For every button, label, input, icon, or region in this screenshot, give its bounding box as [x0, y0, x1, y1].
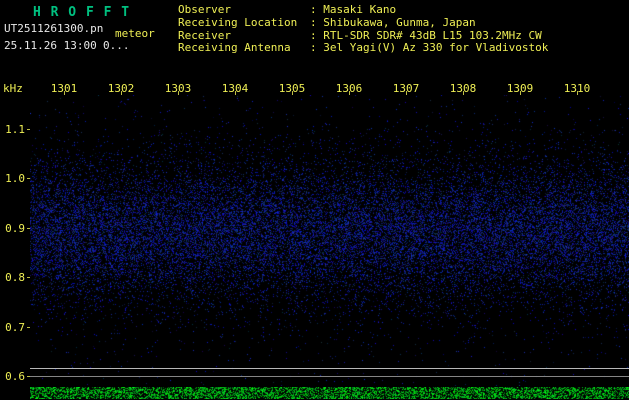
- station-field-separator: :: [310, 29, 323, 42]
- station-field-label: Receiving Location: [178, 17, 310, 30]
- observation-datetime: 25.11.26 13:00: [4, 39, 97, 52]
- marker-line-lower: [30, 376, 629, 377]
- y-axis-tick-label: 0.6: [1, 370, 25, 383]
- app-title: H R O F F T: [33, 5, 130, 20]
- station-field-value: Shibukawa, Gunma, Japan: [323, 16, 475, 29]
- station-field-separator: :: [310, 41, 323, 54]
- station-field-label: Receiving Antenna: [178, 42, 310, 55]
- echo-counter: 0...: [103, 39, 130, 52]
- spectrogram-canvas: [30, 95, 629, 386]
- marker-line-upper: [30, 368, 629, 369]
- hrofft-window: H R O F F T UT2511261300.pn meteor 25.11…: [0, 0, 629, 400]
- y-axis-tick-label: 1.0: [1, 172, 25, 185]
- station-info: Observer: Masaki Kano Receiving Location:…: [178, 4, 548, 55]
- station-info-row: Receiving Antenna: 3el Yagi(V) Az 330 fo…: [178, 42, 548, 55]
- y-axis-unit: kHz: [3, 82, 23, 95]
- y-axis-tick-label: 0.7: [1, 321, 25, 334]
- signal-level-strip: [30, 387, 629, 399]
- station-field-separator: :: [310, 16, 323, 29]
- station-field-separator: :: [310, 3, 323, 16]
- station-field-value: 3el Yagi(V) Az 330 for Vladivostok: [323, 41, 548, 54]
- station-field-value: Masaki Kano: [323, 3, 396, 16]
- station-field-value: RTL-SDR SDR# 43dB L15 103.2MHz CW: [323, 29, 542, 42]
- station-field-label: Observer: [178, 4, 310, 17]
- y-axis-tick-label: 0.8: [1, 271, 25, 284]
- y-axis-tick-label: 0.9: [1, 222, 25, 235]
- y-axis-tick-label: 1.1: [1, 123, 25, 136]
- output-filename: UT2511261300.pn: [4, 22, 103, 35]
